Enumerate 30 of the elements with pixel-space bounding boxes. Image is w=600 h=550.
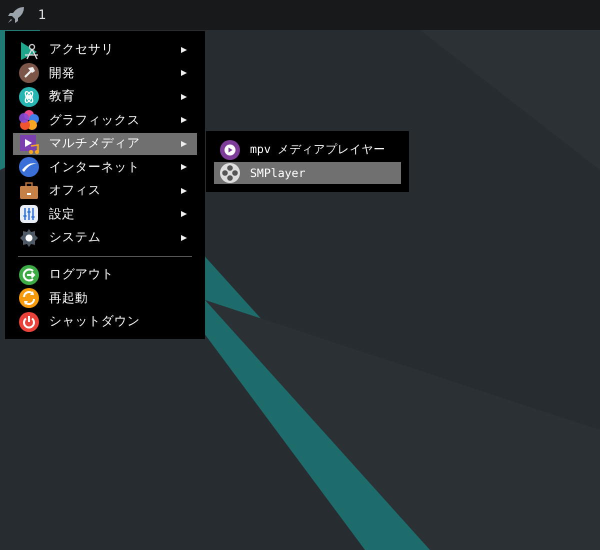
atom-icon	[19, 86, 39, 106]
hammer-icon	[19, 63, 39, 83]
menu-item[interactable]: 再起動	[13, 287, 197, 309]
sliders-icon	[19, 204, 39, 224]
menu-item[interactable]: シャットダウン	[13, 310, 197, 332]
menu-item[interactable]: インターネット	[13, 156, 197, 178]
film-music-icon	[19, 134, 39, 154]
menu-item[interactable]: ログアウト	[13, 264, 197, 286]
gear-icon	[19, 228, 39, 248]
reload-icon	[19, 288, 39, 308]
menu-item[interactable]: マルチメディア	[13, 132, 197, 154]
rocket-icon[interactable]	[6, 5, 26, 25]
globe-icon	[19, 157, 39, 177]
menu-item[interactable]: SMPlayer	[214, 162, 401, 184]
logout-icon	[19, 264, 39, 284]
briefcase-icon	[19, 180, 39, 200]
menu-item[interactable]: システム	[13, 226, 197, 248]
menu-item[interactable]: グラフィックス	[13, 109, 197, 131]
menu-item[interactable]: アクセサリ	[13, 38, 197, 60]
menu-item[interactable]: 教育	[13, 86, 197, 108]
workspace-number[interactable]: 1	[38, 8, 46, 22]
menu-item[interactable]: 開発	[13, 62, 197, 84]
power-icon	[19, 312, 39, 332]
play-disc-icon	[220, 140, 240, 160]
menu-item[interactable]: mpv メディアプレイヤー	[214, 138, 401, 160]
film-reel-icon	[220, 163, 240, 183]
accessories-icon	[19, 40, 39, 60]
petals-icon	[19, 110, 39, 130]
menu-item[interactable]: オフィス	[13, 180, 197, 202]
menu-item[interactable]: 設定	[13, 203, 197, 225]
